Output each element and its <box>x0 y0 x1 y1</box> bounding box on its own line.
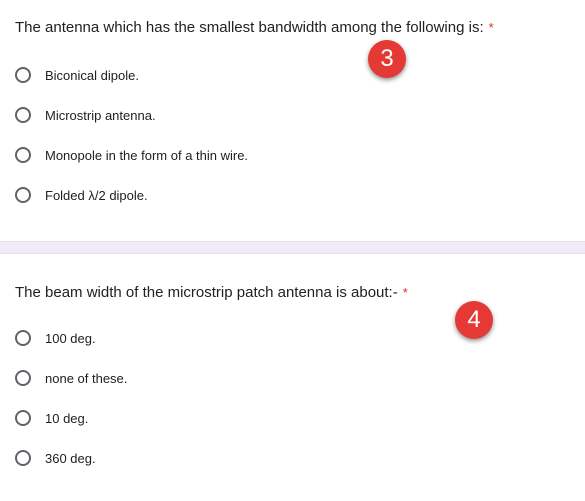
question-card-4: The beam width of the microstrip patch a… <box>0 254 585 501</box>
radio-button[interactable] <box>15 410 31 426</box>
radio-button[interactable] <box>15 147 31 163</box>
question-title: The antenna which has the smallest bandw… <box>15 18 494 38</box>
option-label: Microstrip antenna. <box>45 107 156 123</box>
option-folded-dipole[interactable]: Folded λ/2 dipole. <box>15 183 148 207</box>
question-number-badge: 3 <box>368 40 406 78</box>
option-label: Monopole in the form of a thin wire. <box>45 147 249 163</box>
option-label: 360 deg. <box>45 450 96 466</box>
radio-button[interactable] <box>15 450 31 466</box>
question-number-badge: 4 <box>455 301 493 339</box>
option-biconical-dipole[interactable]: Biconical dipole. <box>15 63 139 87</box>
option-label: Folded λ/2 dipole. <box>45 187 148 203</box>
option-microstrip-antenna[interactable]: Microstrip antenna. <box>15 103 156 127</box>
question-text: The beam width of the microstrip patch a… <box>15 284 398 301</box>
question-title: The beam width of the microstrip patch a… <box>15 283 408 303</box>
radio-button[interactable] <box>15 107 31 123</box>
required-asterisk: * <box>402 285 408 300</box>
question-card-3: The antenna which has the smallest bandw… <box>0 0 585 241</box>
radio-button[interactable] <box>15 67 31 83</box>
option-label: 100 deg. <box>45 330 96 346</box>
option-label: none of these. <box>45 370 128 386</box>
question-text: The antenna which has the smallest bandw… <box>15 19 484 36</box>
option-100-deg[interactable]: 100 deg. <box>15 326 96 350</box>
option-label: 10 deg. <box>45 410 89 426</box>
option-none-of-these[interactable]: none of these. <box>15 366 127 390</box>
option-10-deg[interactable]: 10 deg. <box>15 406 88 430</box>
radio-button[interactable] <box>15 330 31 346</box>
radio-button[interactable] <box>15 187 31 203</box>
option-360-deg[interactable]: 360 deg. <box>15 446 96 470</box>
section-divider <box>0 241 585 254</box>
required-asterisk: * <box>488 20 494 35</box>
radio-button[interactable] <box>15 370 31 386</box>
option-monopole-thin-wire[interactable]: Monopole in the form of a thin wire. <box>15 143 248 167</box>
option-label: Biconical dipole. <box>45 67 139 83</box>
